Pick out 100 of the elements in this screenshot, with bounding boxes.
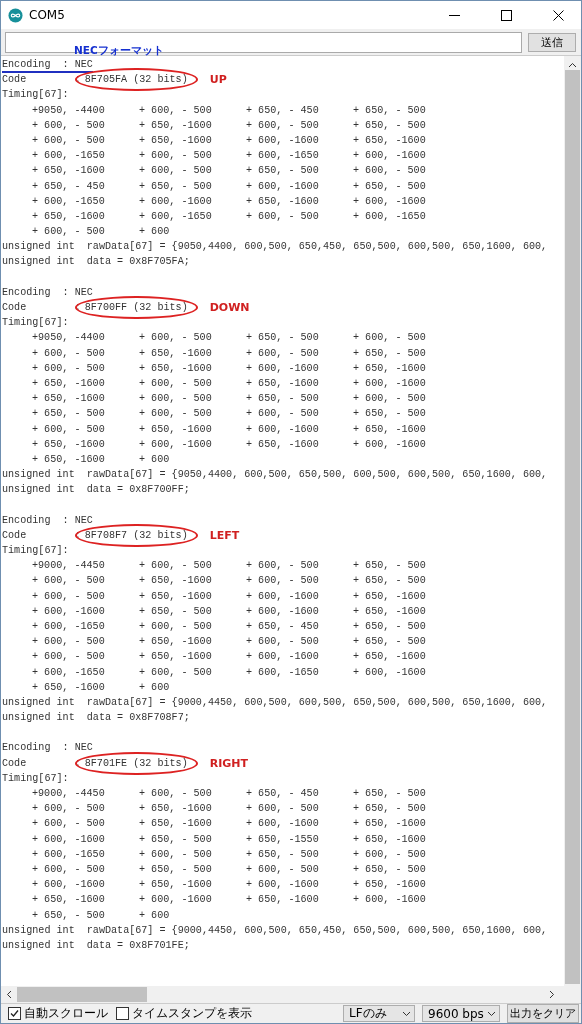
checkbox-label[interactable]: 自動スクロール	[24, 1005, 108, 1022]
timing-value: + 650, -1600	[353, 878, 427, 893]
timing-value: + 600, -1650	[32, 149, 106, 164]
timing-value: + 650, - 450	[246, 103, 320, 118]
checkbox-label[interactable]: タイムスタンプを表示	[132, 1005, 252, 1022]
timing-value: + 600, -1650	[246, 149, 320, 164]
timing-value: + 600, -1600	[139, 194, 213, 209]
timing-value: + 650, -1600	[139, 817, 213, 832]
timing-value: + 650, - 500	[246, 331, 320, 346]
timing-value: + 650, - 500	[353, 346, 427, 361]
timing-value: + 650, -1550	[246, 832, 320, 847]
timing-value: + 600, -1600	[353, 194, 427, 209]
timing-value: + 600, - 500	[32, 817, 106, 832]
timing-value: + 650, -1600	[353, 817, 427, 832]
timing-value: + 600, -1600	[32, 878, 106, 893]
timing-value: +9050, -4400	[32, 103, 106, 118]
timing-label: Timing[67]:	[2, 317, 69, 329]
timing-value: + 600, - 500	[246, 209, 320, 224]
timing-value: + 600, - 500	[353, 847, 427, 862]
scrollbar-thumb[interactable]	[565, 70, 580, 984]
timing-value: + 600, - 500	[139, 103, 213, 118]
timing-value: + 600, -1600	[246, 817, 320, 832]
scrollbar-thumb[interactable]	[17, 987, 147, 1002]
timing-value: + 650, - 500	[353, 862, 427, 877]
checkbox[interactable]	[116, 1007, 129, 1020]
timing-value: + 650, - 500	[246, 164, 320, 179]
timing-value: + 650, - 500	[353, 802, 427, 817]
timing-value: + 600, -1600	[246, 179, 320, 194]
timing-value: + 600, - 500	[139, 392, 213, 407]
timing-value: + 650, -1600	[246, 893, 320, 908]
timing-value: + 600, - 500	[246, 862, 320, 877]
code-label: Code :	[2, 301, 81, 315]
timing-value: + 650, -1600	[139, 361, 213, 376]
timing-value: + 650, -1600	[139, 589, 213, 604]
timing-value: + 600, - 500	[139, 847, 213, 862]
timing-value: + 650, -1600	[246, 376, 320, 391]
timing-value: + 650, - 500	[353, 103, 427, 118]
data-line: unsigned int data = 0x8F705FA;	[2, 256, 190, 268]
timing-value: + 650, - 500	[246, 847, 320, 862]
timing-value: + 600, -1600	[139, 893, 213, 908]
timing-value: + 650, -1600	[32, 452, 106, 467]
encoding-line: Encoding : NEC	[2, 57, 93, 73]
scroll-up-icon[interactable]	[568, 62, 577, 68]
send-button[interactable]: 送信	[528, 32, 576, 52]
data-line: unsigned int data = 0x8F708F7;	[2, 712, 190, 724]
checkbox[interactable]	[8, 1007, 21, 1020]
encoding-line: Encoding : NEC	[2, 286, 93, 298]
timing-value: + 650, - 500	[353, 574, 427, 589]
timing-value: + 600, - 500	[353, 331, 427, 346]
raw-data-line: unsigned int rawData[67] = {9050,4400, 600,500, 650,450, 650,500, 600,500, 650,1600, 600,	[2, 241, 548, 253]
encoding-line: Encoding : NEC	[2, 742, 93, 754]
annotation-label: NECフォーマット	[74, 44, 164, 56]
timing-value: + 650, -1600	[139, 574, 213, 589]
timing-value: + 600, - 500	[139, 559, 213, 574]
timing-value: + 650, -1600	[353, 589, 427, 604]
timing-value: + 600	[139, 225, 171, 240]
timing-value: + 650, - 500	[353, 407, 427, 422]
timing-value: + 650, -1600	[246, 437, 320, 452]
timing-label: Timing[67]:	[2, 545, 69, 556]
timing-value: + 650, - 500	[139, 604, 213, 619]
timing-value: + 600, - 500	[32, 422, 106, 437]
timing-value: + 650, -1600	[139, 422, 213, 437]
timing-value: + 650, -1600	[32, 437, 106, 452]
line-ending-dropdown[interactable]: LFのみ	[343, 1005, 415, 1022]
raw-data-line: unsigned int rawData[67] = {9000,4450, 600,500, 650,450, 650,500, 600,500, 650,1600, 600,	[2, 924, 548, 936]
timing-value: + 650, - 450	[246, 619, 320, 634]
window-title: COM5	[29, 8, 66, 22]
timing-value: + 600, - 500	[32, 574, 106, 589]
timing-value: + 600, -1600	[32, 832, 106, 847]
timing-value: + 650, - 450	[32, 179, 106, 194]
timing-value: + 650, -1600	[32, 164, 106, 179]
caret-icon	[402, 1010, 411, 1017]
minimize-icon[interactable]	[448, 14, 460, 16]
timing-value: + 650, - 500	[139, 862, 213, 877]
clear-output-button[interactable]: 出力をクリア	[507, 1004, 579, 1023]
timing-value: + 600, - 500	[32, 118, 106, 133]
timing-value: + 600, - 500	[353, 164, 427, 179]
timing-value: + 650, - 500	[353, 179, 427, 194]
timing-value: + 650, -1600	[32, 376, 106, 391]
raw-data-line: unsigned int rawData[67] = {9000,4450, 600,500, 600,500, 650,500, 600,500, 650,1600, 600,	[2, 696, 548, 708]
annotation-label: DOWN	[209, 300, 250, 316]
timing-value: + 650, -1600	[139, 133, 213, 148]
timing-value: + 600, -1650	[32, 194, 106, 209]
close-icon[interactable]	[552, 9, 564, 21]
scroll-left-icon[interactable]	[6, 990, 12, 999]
timing-value: +9000, -4450	[32, 559, 106, 574]
timing-value: + 600, - 500	[32, 862, 106, 877]
code-label: Code :	[2, 73, 81, 88]
app-logo-icon	[8, 7, 23, 23]
timing-value: + 600, - 500	[246, 346, 320, 361]
timing-value: + 600, - 500	[139, 407, 213, 422]
raw-data-line: unsigned int rawData[67] = {9050,4400, 600,500, 650,500, 600,500, 600,500, 650,1600, 600,	[2, 469, 548, 481]
timing-value: + 600, -1600	[353, 437, 427, 452]
timing-value: + 600, - 500	[246, 635, 320, 650]
scroll-right-icon[interactable]	[549, 990, 555, 999]
baud-rate-dropdown[interactable]: 9600 bps	[422, 1005, 500, 1022]
maximize-icon[interactable]	[500, 9, 512, 21]
timing-value: + 600, - 500	[139, 787, 213, 801]
timing-value: + 650, - 450	[246, 787, 320, 801]
annotation-label: LEFT	[209, 527, 240, 543]
